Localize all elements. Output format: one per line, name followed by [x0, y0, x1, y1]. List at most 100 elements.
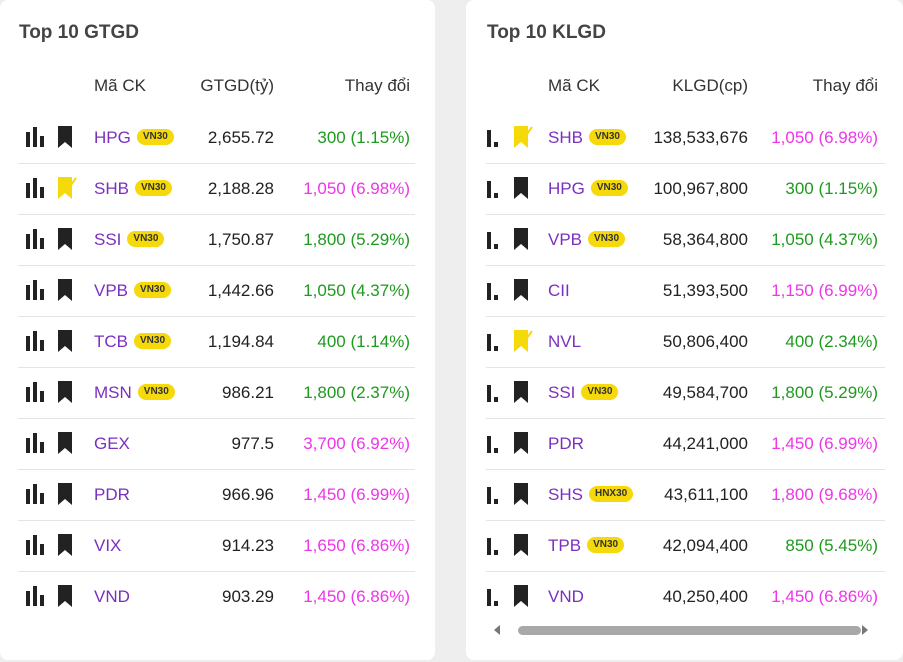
bookmark-icon[interactable] — [55, 125, 77, 154]
chart-icon[interactable] — [25, 381, 47, 408]
chart-icon[interactable] — [25, 228, 47, 255]
stock-symbol[interactable]: TPB VN30 — [548, 535, 625, 557]
symbol-text[interactable]: VIX — [94, 536, 121, 555]
symbol-text[interactable]: CII — [548, 281, 570, 300]
bookmark-icon[interactable] — [55, 329, 77, 358]
table-row[interactable]: VND 40,250,400 1,450 (6.86%) — [466, 572, 903, 623]
bookmark-icon[interactable] — [511, 380, 533, 409]
symbol-text[interactable]: MSN — [94, 383, 132, 402]
stock-symbol[interactable]: SHB VN30 — [94, 178, 172, 200]
chart-icon[interactable] — [485, 585, 507, 612]
bookmark-icon[interactable] — [511, 278, 533, 307]
table-row[interactable]: HPG VN30 100,967,800 300 (1.15%) — [466, 164, 903, 215]
table-row[interactable]: VND 903.29 1,450 (6.86%) — [0, 572, 435, 623]
scroll-left-icon[interactable] — [494, 625, 500, 635]
symbol-text[interactable]: PDR — [548, 434, 584, 453]
chart-icon[interactable] — [25, 279, 47, 306]
stock-symbol[interactable]: SSI VN30 — [94, 229, 165, 251]
chart-icon[interactable] — [485, 381, 507, 408]
chart-icon[interactable] — [25, 432, 47, 459]
table-row[interactable]: SSI VN30 1,750.87 1,800 (5.29%) — [0, 215, 435, 266]
table-row[interactable]: VPB VN30 1,442.66 1,050 (4.37%) — [0, 266, 435, 317]
stock-symbol[interactable]: SSI VN30 — [548, 382, 619, 404]
symbol-text[interactable]: VND — [548, 587, 584, 606]
bookmark-icon[interactable] — [511, 176, 533, 205]
stock-symbol[interactable]: SHS HNX30 — [548, 484, 634, 506]
bookmark-icon[interactable] — [55, 380, 77, 409]
table-row[interactable]: HPG VN30 2,655.72 300 (1.15%) — [0, 113, 435, 164]
table-row[interactable]: SHB VN30 138,533,676 1,050 (6.98%) — [466, 113, 903, 164]
symbol-text[interactable]: VPB — [94, 281, 128, 300]
table-row[interactable]: GEX 977.5 3,700 (6.92%) — [0, 419, 435, 470]
chart-icon[interactable] — [485, 432, 507, 459]
symbol-text[interactable]: TCB — [94, 332, 128, 351]
bookmark-icon[interactable] — [511, 482, 533, 511]
symbol-text[interactable]: TPB — [548, 536, 581, 555]
watchlist-added-icon[interactable] — [55, 176, 77, 205]
bookmark-icon[interactable] — [511, 227, 533, 256]
bookmark-icon[interactable] — [511, 584, 533, 613]
stock-symbol[interactable]: SHB VN30 — [548, 127, 626, 149]
symbol-text[interactable]: VND — [94, 587, 130, 606]
bookmark-icon[interactable] — [55, 482, 77, 511]
chart-icon[interactable] — [25, 483, 47, 510]
stock-symbol[interactable]: PDR — [94, 484, 130, 506]
table-row[interactable]: SSI VN30 49,584,700 1,800 (5.29%) — [466, 368, 903, 419]
table-row[interactable]: SHS HNX30 43,611,100 1,800 (9.68%) — [466, 470, 903, 521]
chart-icon[interactable] — [485, 177, 507, 204]
chart-icon[interactable] — [485, 534, 507, 561]
chart-icon[interactable] — [485, 228, 507, 255]
table-row[interactable]: VPB VN30 58,364,800 1,050 (4.37%) — [466, 215, 903, 266]
bookmark-icon[interactable] — [55, 227, 77, 256]
symbol-text[interactable]: NVL — [548, 332, 581, 351]
stock-symbol[interactable]: VIX — [94, 535, 121, 557]
stock-symbol[interactable]: VPB VN30 — [548, 229, 626, 251]
symbol-text[interactable]: SHS — [548, 485, 583, 504]
stock-symbol[interactable]: VND — [94, 586, 130, 608]
table-row[interactable]: MSN VN30 986.21 1,800 (2.37%) — [0, 368, 435, 419]
chart-icon[interactable] — [25, 126, 47, 153]
chart-icon[interactable] — [485, 279, 507, 306]
bookmark-icon[interactable] — [511, 431, 533, 460]
symbol-text[interactable]: PDR — [94, 485, 130, 504]
stock-symbol[interactable]: TCB VN30 — [94, 331, 172, 353]
table-row[interactable]: PDR 966.96 1,450 (6.99%) — [0, 470, 435, 521]
table-row[interactable]: TPB VN30 42,094,400 850 (5.45%) — [466, 521, 903, 572]
bookmark-icon[interactable] — [511, 533, 533, 562]
stock-symbol[interactable]: NVL — [548, 331, 581, 353]
scrollbar-thumb[interactable] — [518, 626, 861, 635]
watchlist-added-icon[interactable] — [511, 329, 533, 358]
bookmark-icon[interactable] — [55, 584, 77, 613]
symbol-text[interactable]: SSI — [548, 383, 575, 402]
chart-icon[interactable] — [25, 585, 47, 612]
chart-icon[interactable] — [25, 177, 47, 204]
watchlist-added-icon[interactable] — [511, 125, 533, 154]
chart-icon[interactable] — [485, 126, 507, 153]
table-row[interactable]: PDR 44,241,000 1,450 (6.99%) — [466, 419, 903, 470]
symbol-text[interactable]: HPG — [548, 179, 585, 198]
symbol-text[interactable]: HPG — [94, 128, 131, 147]
table-row[interactable]: VIX 914.23 1,650 (6.86%) — [0, 521, 435, 572]
stock-symbol[interactable]: MSN VN30 — [94, 382, 175, 404]
symbol-text[interactable]: GEX — [94, 434, 130, 453]
table-row[interactable]: NVL 50,806,400 400 (2.34%) — [466, 317, 903, 368]
scroll-right-icon[interactable] — [862, 625, 868, 635]
table-row[interactable]: CII 51,393,500 1,150 (6.99%) — [466, 266, 903, 317]
stock-symbol[interactable]: HPG VN30 — [548, 178, 628, 200]
chart-icon[interactable] — [485, 483, 507, 510]
stock-symbol[interactable]: VPB VN30 — [94, 280, 172, 302]
stock-symbol[interactable]: PDR — [548, 433, 584, 455]
symbol-text[interactable]: SSI — [94, 230, 121, 249]
chart-icon[interactable] — [25, 330, 47, 357]
bookmark-icon[interactable] — [55, 533, 77, 562]
stock-symbol[interactable]: GEX — [94, 433, 130, 455]
symbol-text[interactable]: VPB — [548, 230, 582, 249]
chart-icon[interactable] — [485, 330, 507, 357]
stock-symbol[interactable]: VND — [548, 586, 584, 608]
stock-symbol[interactable]: CII — [548, 280, 570, 302]
symbol-text[interactable]: SHB — [94, 179, 129, 198]
horizontal-scrollbar[interactable] — [488, 622, 880, 638]
stock-symbol[interactable]: HPG VN30 — [94, 127, 174, 149]
bookmark-icon[interactable] — [55, 431, 77, 460]
symbol-text[interactable]: SHB — [548, 128, 583, 147]
